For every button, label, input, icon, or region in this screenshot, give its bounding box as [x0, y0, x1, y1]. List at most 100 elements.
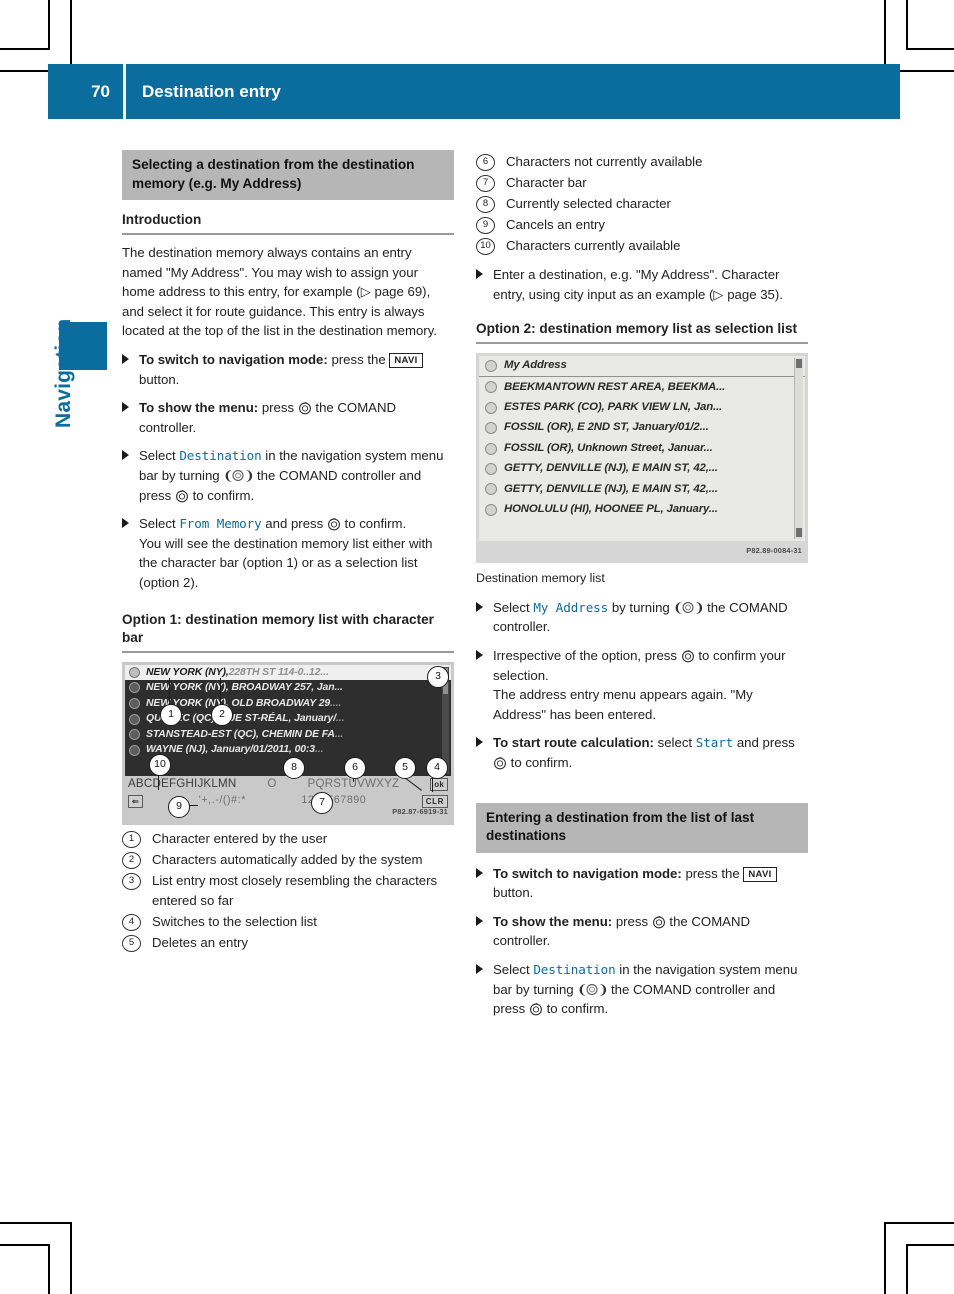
callout-7: 7: [311, 791, 333, 814]
back-arrow-icon[interactable]: ⇐: [128, 794, 144, 808]
step-text: press: [258, 400, 298, 416]
legend-text: Character entered by the user: [152, 830, 328, 846]
callout-3: 3: [427, 665, 449, 688]
list-item[interactable]: FOSSIL (OR), E 2ND ST, January/01/2...: [479, 418, 805, 438]
legend-number: 1: [122, 830, 141, 848]
navi-key-icon[interactable]: NAVI: [389, 352, 423, 368]
navi-key-icon[interactable]: NAVI: [743, 866, 777, 882]
callout-6: 6: [344, 756, 366, 779]
menu-item-start[interactable]: Start: [696, 735, 734, 750]
callout-2: 2: [211, 703, 233, 726]
entry-marker-icon: [129, 682, 140, 694]
bullet-triangle-icon: [476, 915, 483, 926]
list-item-text: GETTY, DENVILLE (NJ), E MAIN ST, 42,...: [504, 462, 718, 475]
step-text: select: [653, 735, 696, 751]
step-label: To start route calculation:: [493, 735, 654, 751]
figure1-legend-right: 6 Characters not currently available 7 C…: [476, 152, 808, 256]
svg-text:❨: ❨: [577, 983, 588, 997]
crop-mark-br-h2: [884, 1222, 954, 1224]
section-band-last-destinations: Entering a destination from the list of …: [476, 802, 808, 853]
step-select-my-address: Select My Address by turning ❨❩ the COMA…: [476, 598, 808, 637]
list-item[interactable]: BEEKMANTOWN REST AREA, BEEKMA...: [479, 377, 805, 397]
destination-list-light: My Address BEEKMANTOWN REST AREA, BEEKMA…: [479, 356, 805, 542]
entry-marker-icon: [129, 666, 140, 678]
legend-number: 4: [122, 913, 141, 931]
legend-item: 2 Characters automatically added by the …: [122, 850, 454, 870]
figure-option2: My Address BEEKMANTOWN REST AREA, BEEKMA…: [476, 353, 808, 564]
legend-item: 8 Currently selected character: [476, 194, 808, 214]
entry-marker-icon: [129, 697, 140, 709]
list-item-text: HONOLULU (HI), HOONEE PL, January...: [504, 502, 718, 515]
legend-text: Switches to the selection list: [152, 913, 317, 929]
comand-press-icon: [327, 517, 341, 531]
legend-number: 5: [122, 934, 141, 952]
legend-number: 6: [476, 154, 495, 171]
comand-press-icon: [681, 649, 695, 663]
list-item-text: My Address: [504, 359, 567, 372]
list-item-text: GETTY, DENVILLE (NJ), E MAIN ST, 42,...: [504, 482, 718, 495]
bullet-triangle-icon: [476, 963, 483, 974]
chapter-label: Navigation: [52, 318, 75, 428]
step-text: Select: [493, 599, 534, 615]
menu-item-destination[interactable]: Destination: [179, 448, 261, 463]
page-title: Destination entry: [126, 64, 900, 119]
step-label: To show the menu:: [493, 913, 613, 929]
list-item[interactable]: WAYNE (NJ), January/01/2011, 00:3...: [125, 742, 451, 758]
bullet-triangle-icon: [476, 737, 483, 748]
list-item[interactable]: GETTY, DENVILLE (NJ), E MAIN ST, 42,...: [479, 479, 805, 499]
legend-item: 3 List entry most closely resembling the…: [122, 871, 454, 911]
step-enter-destination: Enter a destination, e.g. "My Address". …: [476, 265, 808, 304]
symbol-characters[interactable]: '+,.-/()#:*: [199, 791, 246, 811]
step-text: Select: [493, 961, 534, 977]
list-item[interactable]: GETTY, DENVILLE (NJ), E MAIN ST, 42,...: [479, 459, 805, 479]
list-item[interactable]: ESTES PARK (CO), PARK VIEW LN, Jan...: [479, 398, 805, 418]
step-text-post: to confirm.: [507, 754, 573, 770]
list-item[interactable]: FOSSIL (OR), Unknown Street, Januar...: [479, 438, 805, 458]
comand-press-icon: [175, 489, 189, 503]
legend-text: Character bar: [506, 175, 587, 190]
step-start-route-calculation: To start route calculation: select Start…: [476, 733, 808, 772]
legend-item: 5 Deletes an entry: [122, 933, 454, 953]
crop-mark-bl-h2: [0, 1222, 71, 1224]
list-item-text: BEEKMANTOWN REST AREA, BEEKMA...: [504, 380, 726, 393]
menu-item-my-address[interactable]: My Address: [533, 600, 608, 615]
comand-screen-selection-list: My Address BEEKMANTOWN REST AREA, BEEKMA…: [476, 353, 808, 564]
step-label: To show the menu:: [139, 400, 259, 416]
callout-9: 9: [168, 795, 190, 818]
menu-item-from-memory[interactable]: From Memory: [179, 516, 261, 531]
list-item[interactable]: My Address: [479, 356, 805, 378]
crop-mark-tr-v: [884, 0, 886, 72]
step-text-post: to confirm.: [340, 516, 407, 532]
bullet-triangle-icon: [122, 353, 129, 364]
legend-item: 4 Switches to the selection list: [122, 912, 454, 932]
svg-text:❩: ❩: [244, 469, 253, 483]
bullet-triangle-icon: [476, 269, 483, 279]
page-header: 70 Destination entry: [48, 64, 900, 119]
character-selected[interactable]: O: [267, 774, 276, 794]
list-item-text: FOSSIL (OR), Unknown Street, Januar...: [504, 441, 713, 454]
figure1-legend-left: 1 Character entered by the user 2 Charac…: [122, 829, 454, 953]
subheading-option-1: Option 1: destination memory list with c…: [122, 611, 454, 653]
step-text-post: to confirm.: [188, 487, 255, 503]
legend-text: Characters currently available: [506, 238, 681, 253]
list-item[interactable]: HONOLULU (HI), HOONEE PL, January...: [479, 500, 805, 520]
legend-text: List entry most closely resembling the c…: [152, 872, 438, 908]
entry-marker-icon: [485, 422, 497, 435]
entry-marker-icon: [485, 483, 497, 496]
figure2-caption: Destination memory list: [476, 571, 605, 586]
crop-mark-tl-v2: [48, 0, 50, 50]
callout-4: 4: [426, 756, 448, 779]
step2-switch-navigation-mode: To switch to navigation mode: press the …: [476, 864, 808, 903]
callout-leader: [158, 773, 160, 790]
comand-screen-character-bar: NEW YORK (NY), 228TH ST 114-0..12... NEW…: [122, 661, 454, 825]
step-select-from-memory: Select From Memory and press to confirm.…: [122, 514, 454, 592]
legend-number: 10: [476, 238, 495, 255]
left-column: Selecting a destination from the destina…: [122, 150, 454, 954]
step-text-mid: by turning: [608, 599, 674, 615]
menu-item-destination[interactable]: Destination: [533, 962, 615, 977]
callout-10: 10: [149, 753, 171, 776]
list-item-text: FOSSIL (OR), E 2ND ST, January/01/2...: [504, 421, 709, 434]
vertical-scrollbar[interactable]: [794, 358, 803, 540]
list-item-text: ESTES PARK (CO), PARK VIEW LN, Jan...: [504, 400, 723, 413]
legend-item: 9 Cancels an entry: [476, 215, 808, 235]
